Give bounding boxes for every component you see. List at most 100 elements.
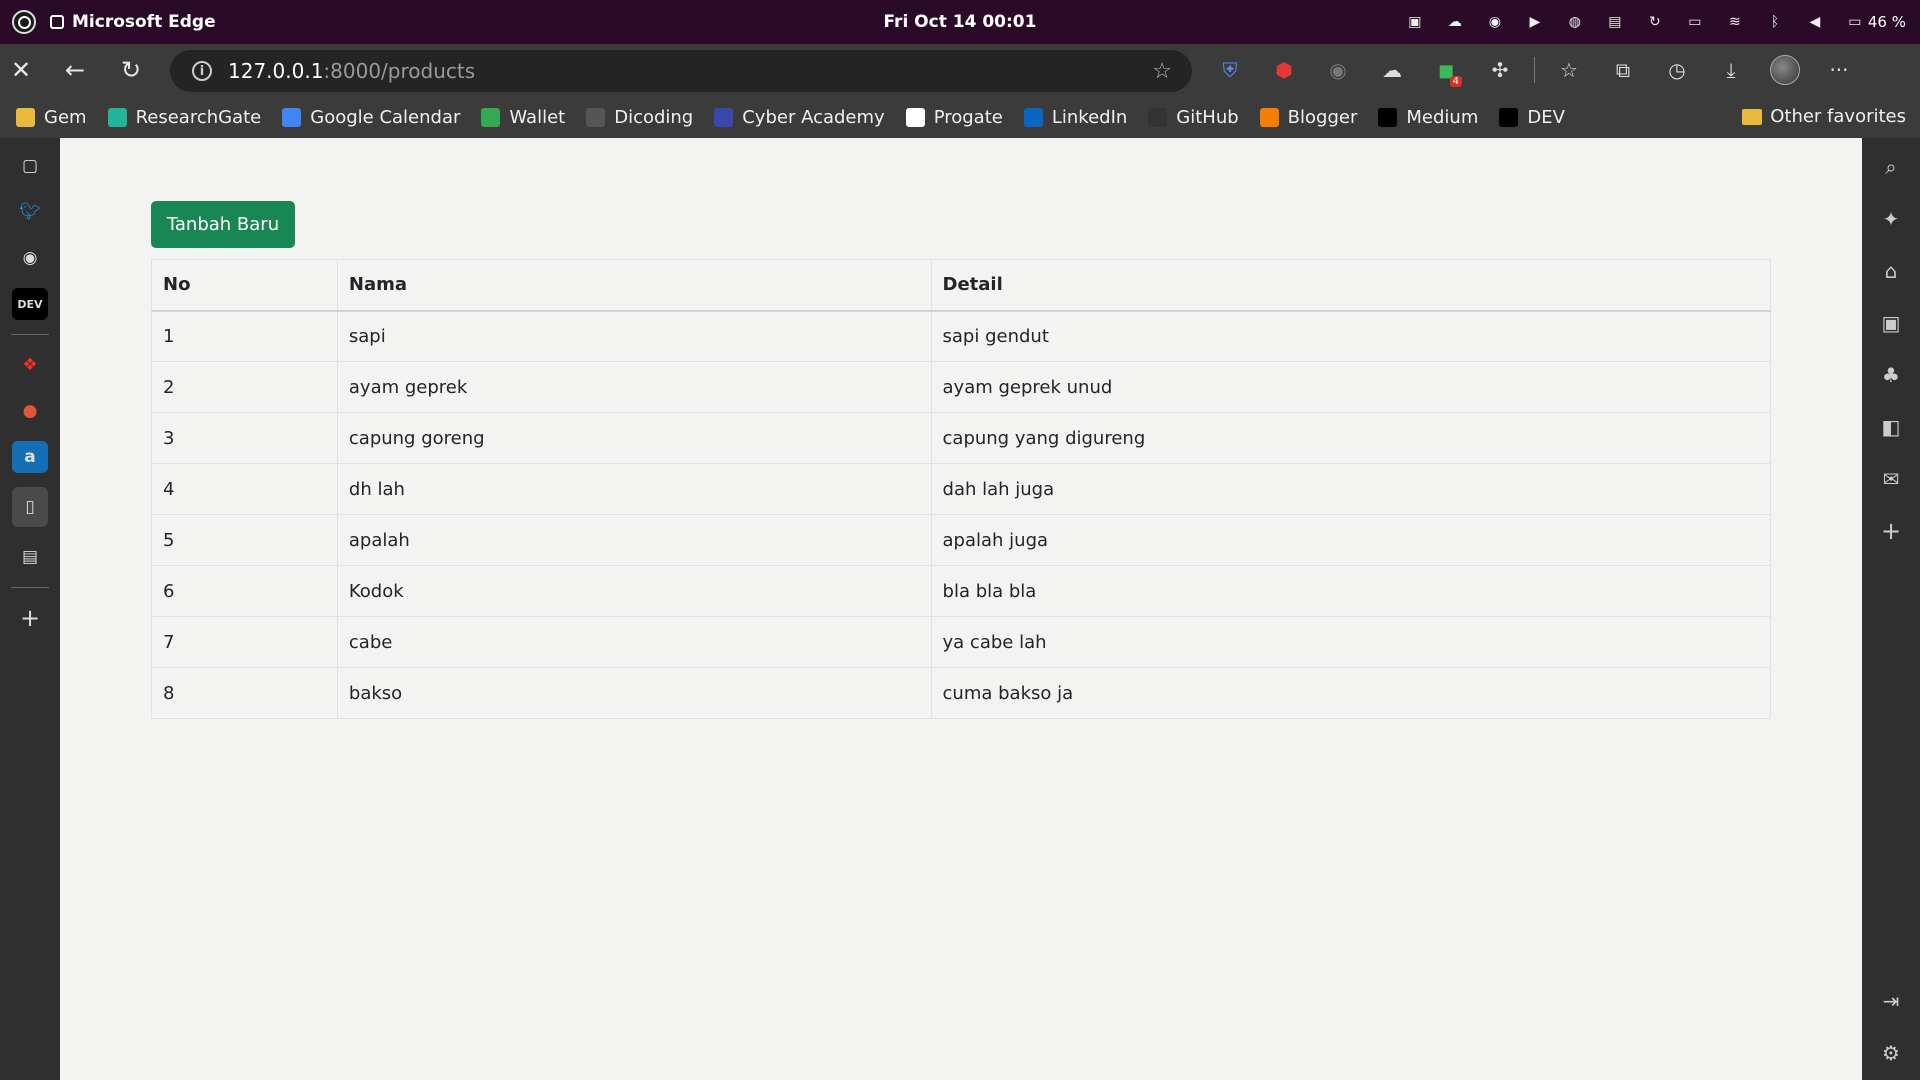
- bookmark-linkedin[interactable]: LinkedIn: [1023, 107, 1127, 128]
- more-menu-icon[interactable]: ···: [1819, 49, 1859, 91]
- progate-icon: [905, 107, 925, 127]
- volume-icon[interactable]: ◀: [1806, 14, 1824, 30]
- wallet-icon: [481, 107, 501, 127]
- tab-actions-icon[interactable]: ▢: [12, 150, 48, 182]
- cloud-extension-icon[interactable]: ☁: [1372, 49, 1412, 91]
- wifi-icon[interactable]: ≋: [1726, 14, 1744, 30]
- bookmark-label: GitHub: [1176, 106, 1239, 128]
- add-sidebar-icon[interactable]: +: [1877, 516, 1905, 546]
- cell-detail: capung yang digureng: [930, 412, 1772, 464]
- active-app[interactable]: Microsoft Edge: [50, 12, 216, 32]
- blogger-icon: [1259, 107, 1279, 127]
- bookmark-gem[interactable]: Gem: [16, 107, 87, 128]
- bookmark-google-calendar[interactable]: Google Calendar: [282, 107, 460, 128]
- add-favorite-icon[interactable]: ☆: [1152, 59, 1172, 84]
- github-icon[interactable]: ◉: [12, 242, 48, 274]
- office-icon[interactable]: ◧: [1877, 412, 1905, 442]
- chat-extension-icon[interactable]: ◼ 4: [1426, 49, 1466, 91]
- vpn-icon[interactable]: ◍: [1566, 14, 1584, 30]
- add-new-button[interactable]: Tanbah Baru: [151, 201, 295, 248]
- browser-toolbar: ✕ ← ↻ i 127.0.0.1:8000/products ☆ ⛨ ⬢ ◉ …: [0, 44, 1920, 96]
- address-bar[interactable]: i 127.0.0.1:8000/products ☆: [170, 50, 1192, 92]
- amazon-icon[interactable]: a: [12, 441, 48, 473]
- header-no: No: [151, 259, 338, 312]
- briefcase-icon[interactable]: ▣: [1877, 308, 1905, 338]
- bookmark-dev[interactable]: DEV: [1499, 107, 1565, 128]
- settings-gear-icon[interactable]: ⚙: [1877, 1038, 1905, 1068]
- clipboard-icon[interactable]: ▤: [1606, 14, 1624, 30]
- extension-gray-icon[interactable]: ◉: [1318, 49, 1358, 91]
- bookmark-label: ResearchGate: [135, 106, 262, 128]
- table-row: 8 bakso cuma bakso ja: [151, 667, 1772, 719]
- system-tray: ▣ ☁ ◉ ▶ ◍ ▤ ↻ ▭ ≋ ᛒ ◀ ▭ 46 %: [1406, 0, 1906, 44]
- outlook-icon[interactable]: ✉: [1877, 464, 1905, 494]
- screenshot-icon[interactable]: ▣: [1406, 14, 1424, 30]
- bookmark-label: DEV: [1527, 106, 1565, 128]
- site-info-icon[interactable]: i: [192, 61, 212, 81]
- bitwarden-icon[interactable]: ⛨: [1210, 49, 1250, 91]
- table-row: 6 Kodok bla bla bla: [151, 565, 1772, 617]
- tag-icon[interactable]: ⌂: [1877, 256, 1905, 286]
- activities-icon[interactable]: [12, 10, 36, 34]
- sync-icon[interactable]: ↻: [1646, 14, 1664, 30]
- favorites-icon[interactable]: ☆: [1549, 49, 1589, 91]
- bookmark-cyber-academy[interactable]: Cyber Academy: [714, 107, 885, 128]
- laravel-icon[interactable]: ❖: [12, 349, 48, 381]
- refresh-icon[interactable]: ↻: [110, 49, 152, 91]
- display-icon[interactable]: ▭: [1686, 14, 1704, 30]
- calendar-icon: [282, 107, 302, 127]
- cell-detail: sapi gendut: [930, 310, 1772, 362]
- cell-no: 5: [151, 514, 338, 566]
- url-path: :8000/products: [323, 59, 476, 83]
- sidebar-divider: [11, 334, 49, 335]
- cell-detail: ayam geprek unud: [930, 361, 1772, 413]
- bookmark-blogger[interactable]: Blogger: [1259, 106, 1358, 128]
- os-top-bar: Microsoft Edge Fri Oct 14 00:01 ▣ ☁ ◉ ▶ …: [0, 0, 1920, 44]
- hide-sidebar-icon[interactable]: ⇥: [1877, 986, 1905, 1016]
- bookmark-wallet[interactable]: Wallet: [481, 107, 565, 128]
- bookmark-label: Medium: [1406, 106, 1479, 128]
- bookmark-github[interactable]: GitHub: [1148, 106, 1239, 128]
- other-favorites[interactable]: Other favorites: [1742, 106, 1906, 127]
- extensions-row: ⛨ ⬢ ◉ ☁ ◼ 4 ✣ ☆ ⧉ ◷ ⤓ ···: [1210, 49, 1859, 91]
- cloud-icon[interactable]: ☁: [1446, 14, 1464, 30]
- cell-detail: dah lah juga: [930, 463, 1772, 515]
- copilot-icon[interactable]: ✦: [1877, 204, 1905, 234]
- cell-nama: dh lah: [336, 463, 932, 515]
- extensions-puzzle-icon[interactable]: ✣: [1480, 49, 1520, 91]
- cell-no: 4: [151, 463, 338, 515]
- bluetooth-icon[interactable]: ᛒ: [1766, 14, 1784, 30]
- bookmark-label: Wallet: [509, 106, 566, 128]
- adblock-icon[interactable]: ⬢: [1264, 49, 1304, 91]
- bookmark-researchgate[interactable]: ResearchGate: [107, 106, 262, 128]
- linkedin-icon: [1023, 107, 1043, 127]
- battery-indicator[interactable]: ▭ 46 %: [1846, 13, 1906, 31]
- extension-badge: 4: [1449, 76, 1462, 87]
- app-name: Microsoft Edge: [72, 12, 216, 32]
- page-icon[interactable]: ▯: [12, 487, 48, 527]
- bookmark-dicoding[interactable]: Dicoding: [586, 107, 693, 128]
- discord-icon[interactable]: ◉: [1486, 14, 1504, 30]
- cell-detail: cuma bakso ja: [930, 667, 1772, 719]
- table-header-row: No Nama Detail: [151, 259, 1772, 312]
- dev-icon[interactable]: DEV: [12, 288, 48, 320]
- notes-icon[interactable]: ▤: [12, 541, 48, 573]
- history-icon[interactable]: ◷: [1657, 49, 1697, 91]
- shield-icon: [714, 107, 734, 127]
- download-icon[interactable]: ⤓: [1711, 49, 1751, 91]
- search-icon[interactable]: ⌕: [1877, 152, 1905, 182]
- bookmark-label: Blogger: [1287, 106, 1358, 128]
- twitter-icon[interactable]: 🐦︎: [12, 196, 48, 228]
- bookmark-medium[interactable]: Medium: [1378, 107, 1478, 128]
- dev-icon: [1499, 107, 1519, 127]
- bookmark-progate[interactable]: Progate: [905, 107, 1003, 128]
- add-icon[interactable]: +: [12, 602, 48, 634]
- close-icon[interactable]: ✕: [0, 49, 42, 91]
- back-icon[interactable]: ←: [54, 49, 96, 91]
- media-icon[interactable]: ▶: [1526, 14, 1544, 30]
- profile-avatar[interactable]: [1765, 49, 1805, 91]
- games-icon[interactable]: ♣: [1877, 360, 1905, 390]
- collections-icon[interactable]: ⧉: [1603, 49, 1643, 91]
- duckduckgo-icon[interactable]: ●: [12, 395, 48, 427]
- battery-icon: ▭: [1848, 14, 1862, 30]
